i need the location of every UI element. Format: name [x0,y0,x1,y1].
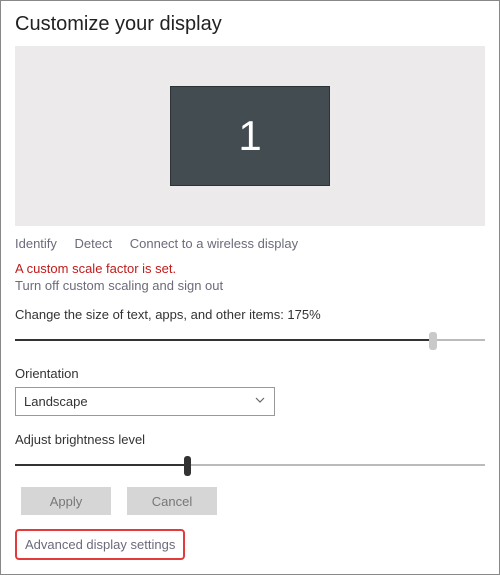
turn-off-scaling-link[interactable]: Turn off custom scaling and sign out [15,278,223,293]
monitor-1[interactable]: 1 [170,86,330,186]
advanced-display-settings-highlight: Advanced display settings [15,529,185,560]
connect-wireless-link[interactable]: Connect to a wireless display [130,236,298,251]
orientation-label: Orientation [15,366,485,381]
cancel-button[interactable]: Cancel [127,487,217,515]
display-preview-area: 1 [15,46,485,226]
identify-link[interactable]: Identify [15,236,57,251]
detect-link[interactable]: Detect [75,236,113,251]
brightness-label: Adjust brightness level [15,432,485,447]
chevron-down-icon [254,394,266,409]
text-size-label: Change the size of text, apps, and other… [15,307,485,322]
brightness-slider[interactable] [15,455,485,475]
page-title: Customize your display [15,13,485,36]
text-size-slider[interactable] [15,330,485,350]
orientation-dropdown[interactable]: Landscape [15,387,275,416]
monitor-number: 1 [238,112,261,160]
orientation-value: Landscape [24,394,88,409]
advanced-display-settings-link[interactable]: Advanced display settings [25,537,175,552]
display-action-links: Identify Detect Connect to a wireless di… [15,236,485,251]
button-row: Apply Cancel [21,487,485,515]
apply-button[interactable]: Apply [21,487,111,515]
custom-scale-warning: A custom scale factor is set. [15,261,485,276]
